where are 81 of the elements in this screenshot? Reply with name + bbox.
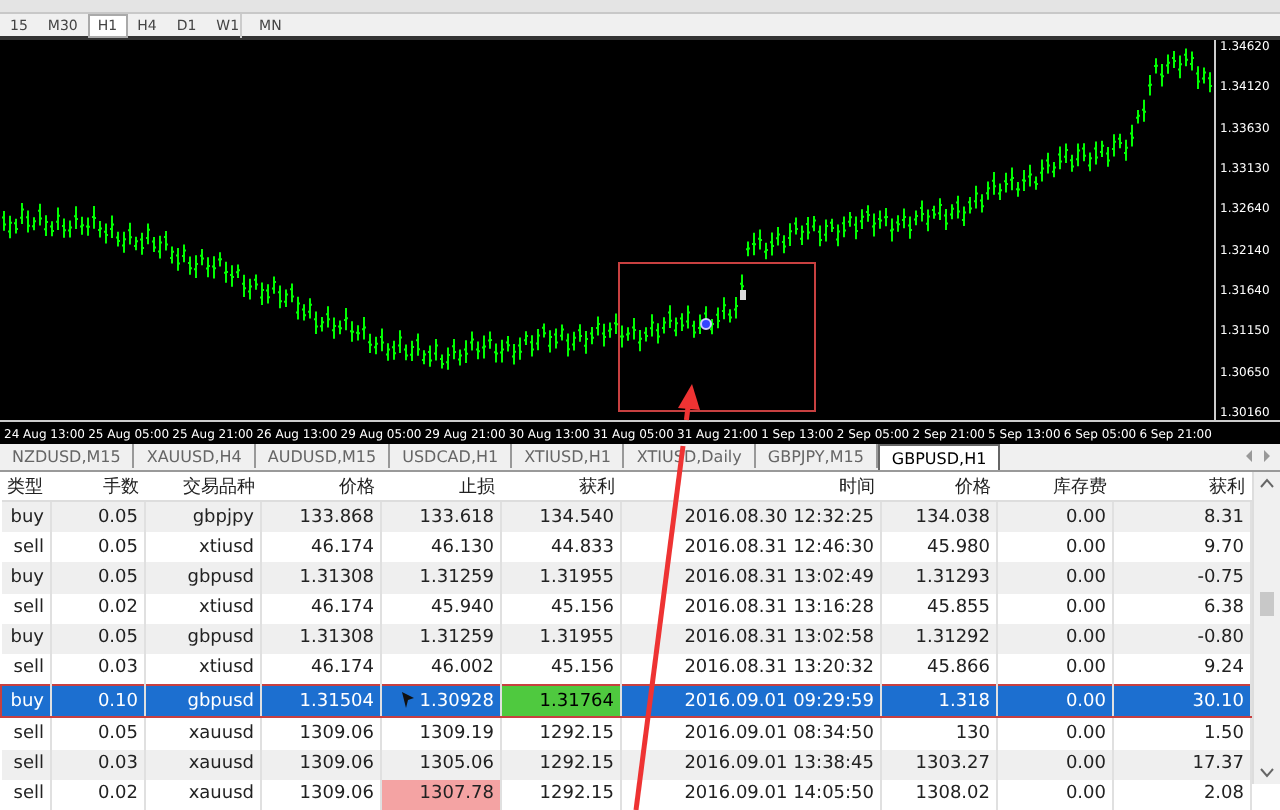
table-cell: 134.540 (501, 501, 621, 533)
table-cell: 1.318 (881, 685, 997, 718)
table-cell: 133.618 (381, 501, 501, 533)
table-cell: 1.31504 (261, 685, 381, 718)
table-cell: 0.05 (51, 562, 145, 594)
column-header[interactable]: 止损 (381, 472, 501, 501)
table-cell: 2016.09.01 09:29:59 (621, 685, 881, 718)
column-header[interactable]: 手数 (51, 472, 145, 501)
scroll-down-icon[interactable] (1260, 768, 1274, 778)
table-cell: 0.03 (51, 749, 145, 780)
table-cell: -0.75 (1113, 562, 1251, 594)
table-cell: 2016.08.31 13:02:58 (621, 623, 881, 654)
chart-tab[interactable]: USDCAD,H1 (390, 444, 513, 468)
chart-tab[interactable]: AUDUSD,M15 (255, 444, 391, 468)
table-cell: 2.08 (1113, 779, 1251, 810)
table-cell: 1.31764 (501, 685, 621, 718)
table-cell: 2016.08.30 12:32:25 (621, 501, 881, 533)
column-header[interactable]: 获利 (501, 472, 621, 501)
chart-tab[interactable]: GBPUSD,H1 (877, 444, 1001, 470)
table-cell: 0.05 (51, 623, 145, 654)
table-cell: gbpusd (145, 685, 261, 718)
column-header[interactable]: 类型 (1, 472, 51, 501)
table-cell: 1.31293 (881, 562, 997, 594)
table-cell: 1307.78 (381, 779, 501, 810)
scroll-up-icon[interactable] (1260, 478, 1274, 488)
table-cell: 1.30928 (381, 685, 501, 718)
table-cell: gbpusd (145, 623, 261, 654)
column-header[interactable]: 时间 (621, 472, 881, 501)
table-cell: gbpjpy (145, 501, 261, 533)
table-cell: 0.05 (51, 501, 145, 533)
table-cell: 0.00 (997, 562, 1113, 594)
table-cell: sell (1, 779, 51, 810)
price-marker-icon (740, 290, 746, 300)
column-header[interactable]: 价格 (881, 472, 997, 501)
table-cell: 1.31259 (381, 623, 501, 654)
table-cell: buy (1, 685, 51, 718)
table-cell: xauusd (145, 749, 261, 780)
column-header[interactable]: 获利 (1113, 472, 1251, 501)
table-cell: xauusd (145, 779, 261, 810)
table-cell: 0.10 (51, 685, 145, 718)
table-cell: 0.02 (51, 779, 145, 810)
table-cell: 1.31259 (381, 562, 501, 594)
table-cell: 2016.09.01 14:05:50 (621, 779, 881, 810)
table-cell: 0.00 (997, 623, 1113, 654)
table-cell: 1309.06 (261, 749, 381, 780)
table-cell: gbpusd (145, 562, 261, 594)
table-cell: 1.31955 (501, 562, 621, 594)
scrollbar-thumb[interactable] (1260, 592, 1274, 616)
table-cell: 1.31308 (261, 562, 381, 594)
chart-tab[interactable]: NZDUSD,M15 (0, 444, 135, 468)
table-cell: 1.31292 (881, 623, 997, 654)
table-cell: 1303.27 (881, 749, 997, 780)
column-header[interactable]: 库存费 (997, 472, 1113, 501)
column-header[interactable]: 交易品种 (145, 472, 261, 501)
table-cell: 2016.08.31 13:02:49 (621, 562, 881, 594)
table-cell: buy (1, 562, 51, 594)
column-header[interactable]: 价格 (261, 472, 381, 501)
table-cell: 1292.15 (501, 779, 621, 810)
chart-tab[interactable]: XAUUSD,H4 (134, 444, 256, 468)
table-cell: 133.868 (261, 501, 381, 533)
table-cell: 1.31308 (261, 623, 381, 654)
table-cell: 134.038 (881, 501, 997, 533)
order-marker-icon (700, 318, 712, 330)
chart-tab[interactable]: XTIUSD,H1 (512, 444, 625, 468)
table-cell: 17.37 (1113, 749, 1251, 780)
table-cell: 0.00 (997, 685, 1113, 718)
table-cell: 8.31 (1113, 501, 1251, 533)
table-cell: 1292.15 (501, 749, 621, 780)
table-cell: sell (1, 749, 51, 780)
table-cell: 2016.09.01 13:38:45 (621, 749, 881, 780)
table-cell: 1308.02 (881, 779, 997, 810)
table-cell: -0.80 (1113, 623, 1251, 654)
table-cell: 0.00 (997, 779, 1113, 810)
table-cell: 0.00 (997, 749, 1113, 780)
cursor-icon (402, 692, 414, 708)
table-cell: buy (1, 623, 51, 654)
table-cell: 30.10 (1113, 685, 1251, 718)
table-cell: buy (1, 501, 51, 533)
table-cell: 1.31955 (501, 623, 621, 654)
table-cell: 1305.06 (381, 749, 501, 780)
table-cell: 0.00 (997, 501, 1113, 533)
